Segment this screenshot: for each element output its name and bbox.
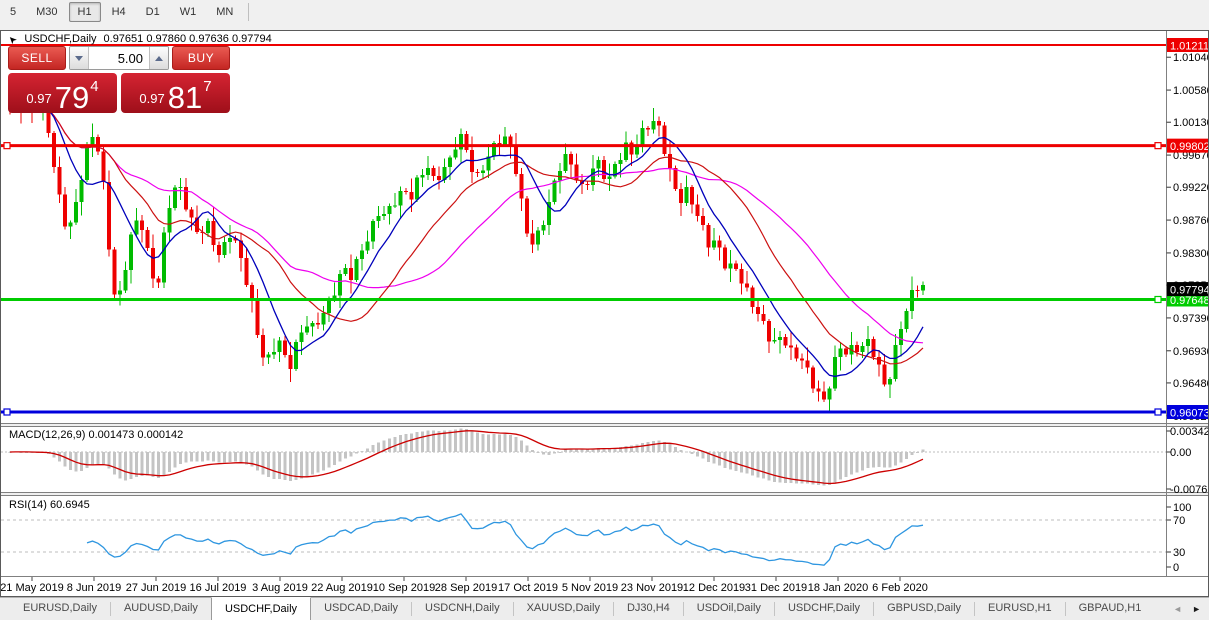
date-label: 6 Feb 2020 [872,582,928,594]
buy-button[interactable]: BUY [172,46,230,70]
chart-ohlc-values: 0.97651 0.97860 0.97636 0.97794 [104,33,272,45]
sell-price-display[interactable]: 0.97794 [8,73,117,113]
rsi-axis-label: 100 [1173,502,1191,514]
macd-axis-label: 0.003428 [1170,426,1209,438]
price-axis-label: 0.96930 [1173,346,1209,358]
tab-eurusd-daily[interactable]: EURUSD,Daily [10,598,110,620]
rsi-indicator-label: RSI(14) 60.6945 [9,499,90,511]
tab-eurusd-h1[interactable]: EURUSD,H1 [975,598,1065,620]
chart-title: ➤ USDCHF,Daily 0.97651 0.97860 0.97636 0… [9,33,272,45]
date-label: 21 May 2019 [0,582,64,594]
svg-text:0.99802: 0.99802 [1170,141,1209,153]
price-badge-0.99802: 0.99802 [1167,139,1209,154]
tab-usdchf-daily[interactable]: USDCHF,Daily [211,597,311,620]
chevron-down-icon [75,56,83,61]
hline-handle[interactable] [4,409,10,415]
date-label: 22 Aug 2019 [311,582,373,594]
hline-handle[interactable] [4,143,10,149]
tab-gbpusd-daily[interactable]: GBPUSD,Daily [874,598,974,620]
rsi-axis-label: 70 [1173,515,1185,527]
volume-increase-button[interactable] [149,47,168,69]
svg-text:0.97648: 0.97648 [1170,295,1209,307]
volume-decrease-button[interactable] [70,47,89,69]
price-axis-label: 0.96480 [1173,378,1209,390]
volume-stepper [69,46,169,70]
macd-axis-label: 0.00 [1170,447,1191,459]
tab-usdcnh-daily[interactable]: USDCNH,Daily [412,598,513,620]
date-label: 3 Aug 2019 [252,582,308,594]
price-axis-label: 1.01040 [1173,52,1209,64]
price-axis-label: 0.97390 [1173,313,1209,325]
tab-dj30-h4[interactable]: DJ30,H4 [614,598,683,620]
tab-usdoil-daily[interactable]: USDOil,Daily [684,598,774,620]
svg-text:0.96073: 0.96073 [1170,408,1209,420]
date-label: 18 Jan 2020 [808,582,869,594]
one-click-trading-panel: SELL BUY 0.97794 0.97817 [8,46,230,113]
chevron-up-icon [155,56,163,61]
tab-usdcad-daily[interactable]: USDCAD,Daily [311,598,411,620]
rsi-axis-label: 0 [1173,562,1179,574]
price-axis-label: 0.98760 [1173,215,1209,227]
tab-scroll-nav: ◄► [1173,598,1209,620]
rsi-axis-label: 30 [1173,547,1185,559]
price-axis-label: 0.99220 [1173,182,1209,194]
chart-tab-bar: EURUSD,DailyAUDUSD,DailyUSDCHF,DailyUSDC… [0,597,1209,620]
date-label: 28 Sep 2019 [435,582,497,594]
hline-handle[interactable] [1155,143,1161,149]
hline-handle[interactable] [1155,297,1161,303]
trading-terminal-window: 5M30H1H4D1W1MN 1.010401.005801.001300.99… [0,0,1209,620]
price-badge-0.97794: 0.97794 [1167,282,1209,297]
tab-usdchf-daily[interactable]: USDCHF,Daily [775,598,873,620]
date-label: 27 Jun 2019 [126,582,187,594]
svg-text:0.97794: 0.97794 [1170,285,1209,297]
price-badge-0.96073: 0.96073 [1167,405,1209,420]
date-label: 31 Dec 2019 [745,582,807,594]
svg-text:1.01211: 1.01211 [1170,41,1209,53]
macd-axis-label: -0.007615 [1170,484,1209,496]
price-axis-label: 1.00130 [1173,117,1209,129]
volume-input[interactable] [89,47,149,69]
price-axis-label: 0.98300 [1173,248,1209,260]
date-label: 23 Nov 2019 [621,582,683,594]
tab-gbpaud-h1[interactable]: GBPAUD,H1 [1066,598,1155,620]
date-label: 17 Oct 2019 [498,582,558,594]
tab-scroll-left-icon[interactable]: ◄ [1173,604,1182,614]
price-badge-1.01211: 1.01211 [1167,38,1209,53]
chart-pointer-icon: ➤ [7,32,20,45]
sell-button[interactable]: SELL [8,46,66,70]
date-label: 16 Jul 2019 [190,582,247,594]
tab-scroll-right-icon[interactable]: ► [1192,604,1201,614]
price-axis-label: 1.00580 [1173,85,1209,97]
date-label: 10 Sep 2019 [373,582,435,594]
date-label: 12 Dec 2019 [683,582,745,594]
tab-audusd-daily[interactable]: AUDUSD,Daily [111,598,211,620]
chart-symbol-label: USDCHF,Daily [24,33,96,45]
date-label: 5 Nov 2019 [562,582,618,594]
tab-xauusd-daily[interactable]: XAUUSD,Daily [514,598,613,620]
hline-handle[interactable] [1155,409,1161,415]
macd-indicator-label: MACD(12,26,9) 0.001473 0.000142 [9,429,183,441]
date-label: 8 Jun 2019 [67,582,121,594]
buy-price-display[interactable]: 0.97817 [121,73,230,113]
